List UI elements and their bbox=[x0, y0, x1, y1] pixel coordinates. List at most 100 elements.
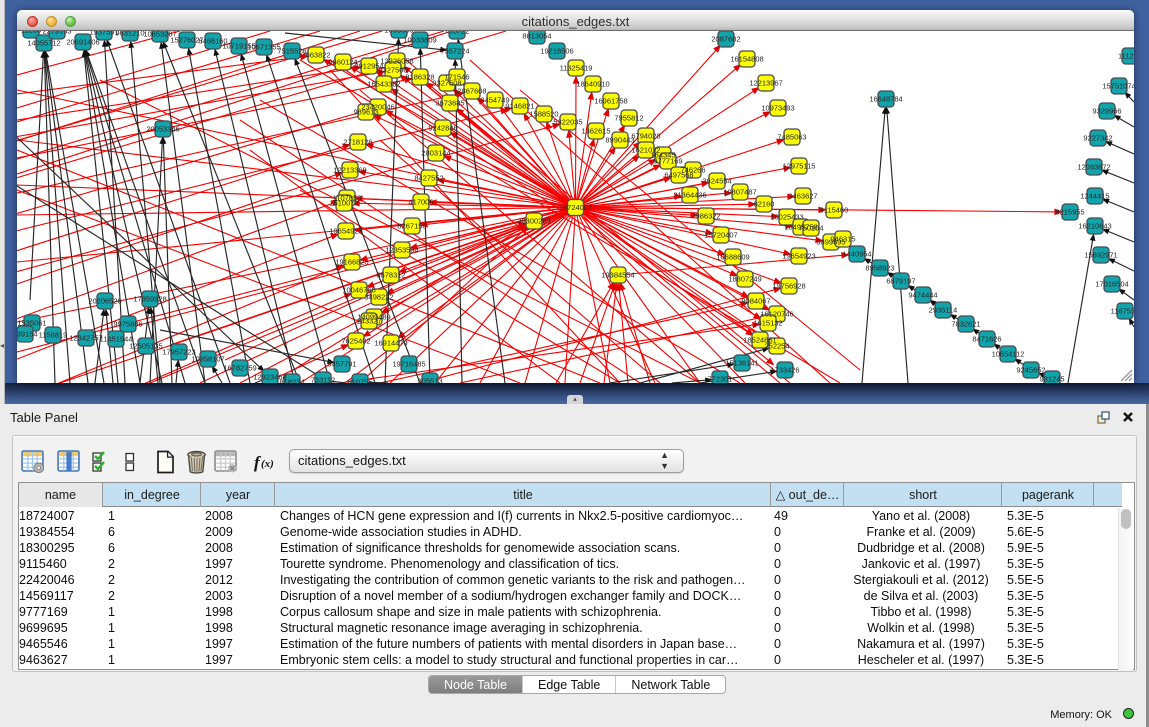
svg-text:1156819: 1156819 bbox=[39, 331, 68, 340]
svg-text:111275: 111275 bbox=[1118, 52, 1134, 61]
svg-text:939154: 939154 bbox=[17, 330, 38, 339]
svg-text:17016504: 17016504 bbox=[1095, 280, 1128, 289]
svg-text:9327500: 9327500 bbox=[378, 66, 407, 75]
svg-text:10807487: 10807487 bbox=[723, 188, 756, 197]
svg-text:16914479: 16914479 bbox=[374, 339, 407, 348]
svg-text:9474444: 9474444 bbox=[908, 291, 937, 300]
svg-text:9463627: 9463627 bbox=[788, 192, 817, 201]
svg-text:18724007: 18724007 bbox=[559, 203, 592, 212]
svg-text:10688609: 10688609 bbox=[716, 253, 749, 262]
svg-text:7485063: 7485063 bbox=[777, 133, 806, 142]
svg-text:1937591: 1937591 bbox=[89, 31, 118, 37]
svg-text:750104: 750104 bbox=[798, 224, 823, 233]
svg-text:16120746: 16120746 bbox=[760, 310, 793, 319]
svg-text:13226058: 13226058 bbox=[380, 57, 413, 66]
svg-text:2867608: 2867608 bbox=[457, 87, 486, 96]
svg-text:12213967: 12213967 bbox=[749, 79, 782, 88]
svg-text:12505135: 12505135 bbox=[129, 342, 162, 351]
svg-text:755722: 755722 bbox=[444, 31, 469, 36]
svg-text:15692971: 15692971 bbox=[1084, 251, 1117, 260]
svg-text:1535061: 1535061 bbox=[17, 319, 46, 328]
svg-text:905513: 905513 bbox=[417, 377, 442, 384]
svg-text:9457791: 9457791 bbox=[327, 360, 356, 369]
svg-text:16154808: 16154808 bbox=[730, 55, 763, 64]
svg-text:16961758: 16961758 bbox=[594, 97, 627, 106]
svg-text:8958923: 8958923 bbox=[865, 264, 894, 273]
svg-text:9245652: 9245652 bbox=[1016, 366, 1045, 375]
svg-text:2087682: 2087682 bbox=[711, 35, 740, 44]
svg-text:25300285: 25300285 bbox=[517, 217, 550, 226]
svg-text:62160: 62160 bbox=[754, 200, 775, 209]
svg-text:19654923: 19654923 bbox=[782, 252, 815, 261]
svg-text:11451944: 11451944 bbox=[100, 335, 133, 344]
svg-text:10025433: 10025433 bbox=[770, 213, 803, 222]
svg-text:10958107: 10958107 bbox=[191, 355, 224, 364]
svg-text:18640910: 18640910 bbox=[576, 80, 609, 89]
svg-text:6879197: 6879197 bbox=[886, 277, 915, 286]
svg-text:12975115: 12975115 bbox=[783, 162, 816, 171]
svg-text:1615132: 1615132 bbox=[753, 319, 782, 328]
svg-text:16648784: 16648784 bbox=[869, 95, 902, 104]
svg-text:12353594: 12353594 bbox=[385, 246, 418, 255]
svg-text:3624554: 3624554 bbox=[702, 177, 731, 186]
svg-text:3498222: 3498222 bbox=[364, 293, 393, 302]
svg-text:8427552: 8427552 bbox=[414, 174, 443, 183]
svg-text:10671355: 10671355 bbox=[247, 43, 280, 52]
svg-text:9084067: 9084067 bbox=[741, 297, 770, 306]
svg-text:11325419: 11325419 bbox=[560, 64, 593, 73]
svg-text:1244415: 1244415 bbox=[1080, 192, 1109, 201]
svg-text:8813054: 8813054 bbox=[522, 32, 551, 41]
svg-text:16782759: 16782759 bbox=[223, 364, 256, 373]
svg-text:8267150: 8267150 bbox=[397, 222, 426, 231]
svg-text:9631210: 9631210 bbox=[115, 31, 144, 38]
svg-text:8990443: 8990443 bbox=[605, 136, 634, 145]
svg-text:7625402: 7625402 bbox=[341, 337, 370, 346]
svg-text:2935114: 2935114 bbox=[929, 306, 958, 315]
svg-text:2718126: 2718126 bbox=[343, 138, 372, 147]
svg-text:989613: 989613 bbox=[353, 108, 378, 117]
svg-text:7986322: 7986322 bbox=[691, 212, 720, 221]
svg-text:1733426: 1733426 bbox=[770, 366, 799, 375]
svg-text:9975886: 9975886 bbox=[113, 320, 142, 329]
svg-text:931245: 931245 bbox=[1039, 375, 1064, 384]
svg-text:16543382: 16543382 bbox=[367, 80, 400, 89]
svg-text:9660124: 9660124 bbox=[328, 58, 357, 67]
svg-text:19756928: 19756928 bbox=[772, 282, 805, 291]
svg-text:6497568: 6497568 bbox=[664, 171, 693, 180]
svg-text:19218506: 19218506 bbox=[540, 47, 573, 56]
svg-text:7832621: 7832621 bbox=[951, 320, 980, 329]
svg-text:1003380: 1003380 bbox=[384, 31, 413, 35]
svg-text:171546: 171546 bbox=[444, 73, 469, 82]
svg-text:772301: 772301 bbox=[707, 375, 732, 384]
svg-text:10654112: 10654112 bbox=[992, 350, 1025, 359]
svg-text:2279163: 2279163 bbox=[42, 31, 71, 36]
svg-text:1167533: 1167533 bbox=[1111, 307, 1134, 316]
svg-text:21364436: 21364436 bbox=[673, 191, 706, 200]
svg-text:14055712: 14055712 bbox=[27, 39, 60, 48]
svg-text:19654925: 19654925 bbox=[329, 227, 362, 236]
svg-text:17859928: 17859928 bbox=[133, 295, 166, 304]
svg-text:15136141: 15136141 bbox=[725, 359, 758, 368]
svg-text:9777169: 9777169 bbox=[653, 157, 682, 166]
svg-text:810755: 810755 bbox=[347, 378, 372, 384]
svg-text:3673685: 3673685 bbox=[435, 99, 464, 108]
svg-text:12093872: 12093872 bbox=[1077, 163, 1110, 172]
svg-text:9242848: 9242848 bbox=[428, 124, 457, 133]
svg-text:417006: 417006 bbox=[408, 198, 433, 207]
svg-text:(x): (x) bbox=[261, 458, 274, 470]
svg-text:5322035: 5322035 bbox=[553, 118, 582, 127]
svg-text:10973493: 10973493 bbox=[761, 104, 794, 113]
svg-text:9329966: 9329966 bbox=[1092, 107, 1121, 116]
svg-text:12342757: 12342757 bbox=[69, 334, 102, 343]
svg-text:252254: 252254 bbox=[764, 342, 789, 351]
svg-text:19716485: 19716485 bbox=[392, 360, 425, 369]
svg-text:1440954: 1440954 bbox=[842, 250, 871, 259]
svg-text:6794028: 6794028 bbox=[631, 132, 660, 141]
svg-text:946315: 946315 bbox=[830, 235, 855, 244]
svg-text:8678312: 8678312 bbox=[376, 271, 405, 280]
svg-text:20206526: 20206526 bbox=[88, 297, 121, 306]
svg-text:15751074: 15751074 bbox=[1102, 82, 1134, 91]
svg-text:1510073: 1510073 bbox=[329, 199, 358, 208]
svg-text:143327: 143327 bbox=[356, 317, 381, 326]
svg-text:8471626: 8471626 bbox=[972, 335, 1001, 344]
